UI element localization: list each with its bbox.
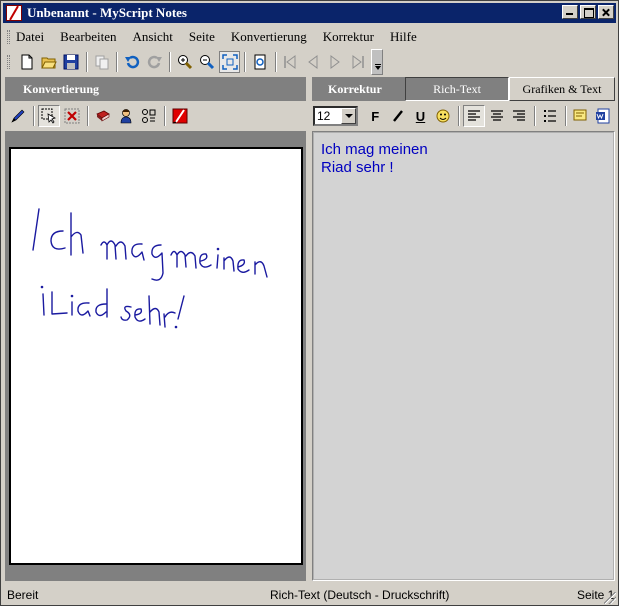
toolbar-separator: [164, 106, 166, 126]
status-bar: Bereit Rich-Text (Deutsch - Druckschrift…: [3, 585, 616, 604]
tab-grafiken-text[interactable]: Grafiken & Text: [509, 77, 615, 101]
menu-bar: Datei Bearbeiten Ansicht Seite Konvertie…: [3, 27, 616, 47]
main-window: Unbenannt - MyScript Notes Datei Bearbei…: [0, 0, 619, 606]
dictionary-book-icon[interactable]: [92, 105, 114, 127]
zoom-out-icon[interactable]: [197, 51, 218, 73]
toolbar-separator: [274, 52, 277, 72]
correction-panel-header: Korrektur Rich-Text Grafiken & Text: [312, 77, 615, 101]
erase-selection-icon[interactable]: [61, 105, 83, 127]
underline-button[interactable]: U: [410, 105, 432, 127]
resize-grip-icon[interactable]: [604, 592, 616, 604]
menu-bearbeiten[interactable]: Bearbeiten: [60, 29, 116, 45]
chevron-down-icon[interactable]: [341, 108, 357, 124]
format-toolbar: 12 F I U: [312, 103, 615, 129]
ink-toolbar: [5, 103, 306, 129]
tab-rich-text[interactable]: Rich-Text: [405, 77, 509, 101]
menu-seite[interactable]: Seite: [189, 29, 215, 45]
menu-datei[interactable]: Datei: [16, 29, 44, 45]
toolbar-separator: [533, 106, 536, 126]
bold-button[interactable]: F: [364, 105, 386, 127]
window-title: Unbenannt - MyScript Notes: [27, 5, 187, 20]
page-refresh-icon[interactable]: [249, 51, 270, 73]
font-size-value: 12: [317, 109, 331, 123]
save-icon[interactable]: [61, 51, 82, 73]
lasso-select-icon[interactable]: [38, 105, 60, 127]
underline-label: U: [415, 108, 426, 124]
recognized-text-line[interactable]: Riad sehr !: [321, 159, 606, 177]
recognized-text-line[interactable]: Ich mag meinen: [321, 141, 606, 159]
align-right-icon[interactable]: [508, 105, 530, 127]
title-bar[interactable]: Unbenannt - MyScript Notes: [3, 3, 616, 23]
zoom-in-icon[interactable]: [174, 51, 195, 73]
menu-konvertierung[interactable]: Konvertierung: [231, 29, 307, 45]
new-document-icon[interactable]: [16, 51, 37, 73]
toolbar-separator: [169, 52, 172, 72]
recognized-text-area[interactable]: Ich mag meinen Riad sehr !: [312, 131, 615, 581]
maximize-button[interactable]: [580, 5, 596, 19]
myscript-convert-icon[interactable]: [169, 105, 191, 127]
toolbar-separator: [564, 106, 567, 126]
conversion-panel-header: Konvertierung: [5, 77, 306, 101]
shapes-icon[interactable]: [138, 105, 160, 127]
toolbar-separator: [116, 52, 119, 72]
ink-area: [5, 131, 306, 581]
spell-check-icon[interactable]: [432, 105, 454, 127]
pen-icon[interactable]: [7, 105, 29, 127]
toolbar-separator: [86, 52, 89, 72]
toolbar-separator: [457, 106, 460, 126]
open-folder-icon[interactable]: [38, 51, 59, 73]
font-size-select[interactable]: 12: [313, 106, 359, 126]
app-icon[interactable]: [6, 5, 22, 21]
align-center-icon[interactable]: [486, 105, 508, 127]
next-page-icon[interactable]: [325, 51, 346, 73]
menubar-grip[interactable]: [7, 30, 10, 44]
toolbar-separator: [244, 52, 247, 72]
status-recognition-mode: Rich-Text (Deutsch - Druckschrift): [270, 587, 450, 602]
undo-icon[interactable]: [121, 51, 142, 73]
window-controls: [560, 5, 614, 19]
handwriting-ink: [32, 208, 268, 329]
toolbar-overflow-chevron-icon[interactable]: [371, 49, 383, 75]
bullet-list-icon[interactable]: [539, 105, 561, 127]
fit-page-icon[interactable]: [218, 51, 241, 73]
close-button[interactable]: [598, 5, 614, 19]
previous-page-icon[interactable]: [302, 51, 323, 73]
align-left-icon[interactable]: [462, 105, 485, 127]
export-note-icon[interactable]: [570, 105, 592, 127]
menu-korrektur[interactable]: Korrektur: [323, 29, 374, 45]
copy-icon[interactable]: [91, 51, 112, 73]
italic-button[interactable]: I: [387, 105, 409, 127]
toolbar-separator: [87, 106, 89, 126]
status-ready: Bereit: [7, 587, 39, 602]
toolbar-grip[interactable]: [7, 55, 10, 69]
toolbar-separator: [33, 106, 35, 126]
correction-panel-title: Korrektur: [328, 81, 382, 96]
ink-page[interactable]: [9, 147, 303, 565]
main-toolbar: [3, 49, 383, 75]
redo-icon[interactable]: [144, 51, 165, 73]
menu-ansicht[interactable]: Ansicht: [132, 29, 172, 45]
user-profile-icon[interactable]: [115, 105, 137, 127]
last-page-icon[interactable]: [347, 51, 368, 73]
minimize-button[interactable]: [562, 5, 578, 19]
menu-hilfe[interactable]: Hilfe: [390, 29, 417, 45]
first-page-icon[interactable]: [280, 51, 301, 73]
export-word-icon[interactable]: [592, 105, 614, 127]
recognized-text-editor[interactable]: Ich mag meinen Riad sehr !: [313, 132, 614, 580]
